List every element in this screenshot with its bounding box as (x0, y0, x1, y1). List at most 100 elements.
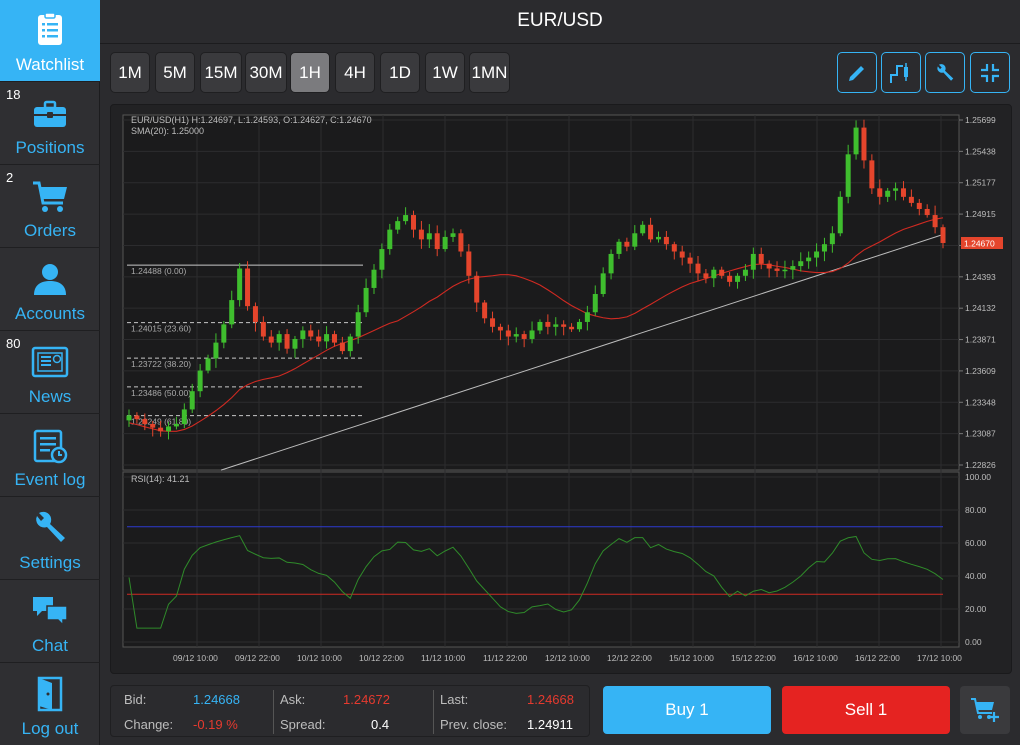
add-to-cart-icon (971, 698, 999, 722)
timeframe-1h-button[interactable]: 1H (290, 52, 330, 93)
candle-body (173, 423, 179, 427)
candle-body (576, 321, 582, 330)
price-tick-label: 1.24393 (965, 272, 996, 282)
fib-level-label: 1.23486 (50.00) (131, 388, 191, 398)
timeframe-1d-button[interactable]: 1D (380, 52, 420, 93)
candle-body (490, 318, 496, 327)
time-tick-label: 11/12 22:00 (483, 653, 528, 663)
candle-body (371, 269, 377, 288)
sidebar-item-logout[interactable]: Log out (0, 664, 100, 745)
sidebar-item-news[interactable]: 80 News (0, 332, 100, 414)
price-tick-label: 1.22826 (965, 460, 996, 470)
candle-body (158, 427, 164, 432)
time-tick-label: 10/12 10:00 (297, 653, 342, 663)
sidebar-item-chat[interactable]: Chat (0, 581, 100, 663)
candle-body (347, 336, 353, 352)
sidebar-item-label: Orders (24, 221, 76, 240)
candle-body (553, 324, 559, 327)
draw-tool-button[interactable] (837, 52, 877, 93)
timeframe-30m-button[interactable]: 30M (245, 52, 287, 93)
chart-canvas[interactable]: 1.24488 (0.00) 1.24015 (23.60) 1.23722 (38… (111, 105, 1013, 675)
price-tick-label: 1.25438 (965, 146, 996, 156)
sidebar-item-label: News (28, 387, 72, 406)
candle-body (150, 423, 156, 428)
indicator-icon (890, 62, 908, 83)
new-order-button[interactable] (960, 686, 1010, 734)
spread-value: 0.4 (371, 717, 390, 732)
candle-body (497, 326, 503, 331)
candle-body (292, 338, 298, 349)
timeframe-5m-button[interactable]: 5M (155, 52, 195, 93)
timeframe-1w-button[interactable]: 1W (425, 52, 465, 93)
candle-body (829, 233, 835, 245)
rsi-tick-label: 40.00 (965, 571, 987, 581)
user-icon (34, 264, 66, 295)
time-tick-label: 09/12 10:00 (173, 653, 218, 663)
ask-label: Ask: (280, 692, 306, 707)
candle-body (592, 294, 598, 313)
candle-body (663, 236, 669, 245)
candle-body (774, 268, 780, 271)
candle-body (735, 275, 741, 282)
sidebar-item-accounts[interactable]: Accounts (0, 249, 100, 331)
bid-label: Bid: (124, 692, 147, 707)
candle-body (711, 269, 717, 279)
cart-icon (33, 181, 67, 212)
candle-body (742, 269, 748, 276)
time-tick-label: 15/12 10:00 (669, 653, 714, 663)
collapse-chart-button[interactable] (970, 52, 1010, 93)
candle-body (245, 268, 251, 307)
indicators-button[interactable] (881, 52, 921, 93)
candle-body (648, 224, 654, 240)
rsi-tick-label: 0.00 (965, 637, 982, 647)
buy-button[interactable]: Buy 1 (603, 686, 771, 734)
last-label: Last: (440, 692, 469, 707)
timeframe-4h-button[interactable]: 4H (335, 52, 375, 93)
time-tick-label: 16/12 10:00 (793, 653, 838, 663)
event-log-icon (33, 429, 68, 464)
price-chart[interactable]: 1.24488 (0.00) 1.24015 (23.60) 1.23722 (38… (110, 104, 1012, 674)
time-tick-label: 12/12 22:00 (607, 653, 652, 663)
ask-value: 1.24672 (343, 692, 390, 707)
sidebar-item-settings[interactable]: Settings (0, 498, 100, 580)
sidebar-item-label: Settings (19, 553, 81, 572)
rsi-tick-label: 60.00 (965, 538, 987, 548)
candle-body (276, 334, 282, 343)
sidebar-item-label: Positions (15, 138, 85, 157)
candle-body (893, 188, 899, 191)
sidebar-item-event-log[interactable]: Event log (0, 415, 100, 497)
candle-body (687, 257, 693, 264)
chart-grid (122, 114, 960, 648)
divider (273, 690, 274, 734)
time-tick-label: 12/12 10:00 (545, 653, 590, 663)
candle-body (189, 391, 195, 410)
price-tick-label: 1.23609 (965, 366, 996, 376)
symbol-info-label: EUR/USD(H1) H:1.24697, L:1.24593, O:1.24… (131, 115, 372, 125)
chart-settings-button[interactable] (925, 52, 965, 93)
timeframe-15m-button[interactable]: 15M (200, 52, 242, 93)
sell-button[interactable]: Sell 1 (782, 686, 950, 734)
sidebar-item-label: Event log (14, 470, 86, 489)
candle-body (442, 236, 448, 250)
wrench-icon (36, 511, 65, 542)
candle-body (869, 160, 875, 189)
candle-body (719, 269, 725, 276)
candle-body (197, 370, 203, 392)
candle-body (600, 273, 606, 295)
time-tick-label: 11/12 10:00 (421, 653, 466, 663)
sidebar-item-positions[interactable]: 18 Positions (0, 83, 100, 165)
timeframe-1mn-button[interactable]: 1MN (469, 52, 510, 93)
candle-body (798, 261, 804, 267)
candle-body (181, 409, 187, 424)
timeframe-1m-button[interactable]: 1M (110, 52, 150, 93)
price-tick-label: 1.23871 (965, 335, 996, 345)
candle-body (355, 312, 361, 337)
sidebar-item-watchlist[interactable]: Watchlist (0, 0, 100, 82)
sidebar-item-orders[interactable]: 2 Orders (0, 166, 100, 248)
candle-body (395, 221, 401, 230)
prev-close-value: 1.24911 (527, 717, 574, 732)
bid-value: 1.24668 (193, 692, 240, 707)
sidebar-item-label: Chat (32, 636, 68, 655)
candle-body (284, 334, 290, 349)
candle-body (134, 415, 140, 420)
